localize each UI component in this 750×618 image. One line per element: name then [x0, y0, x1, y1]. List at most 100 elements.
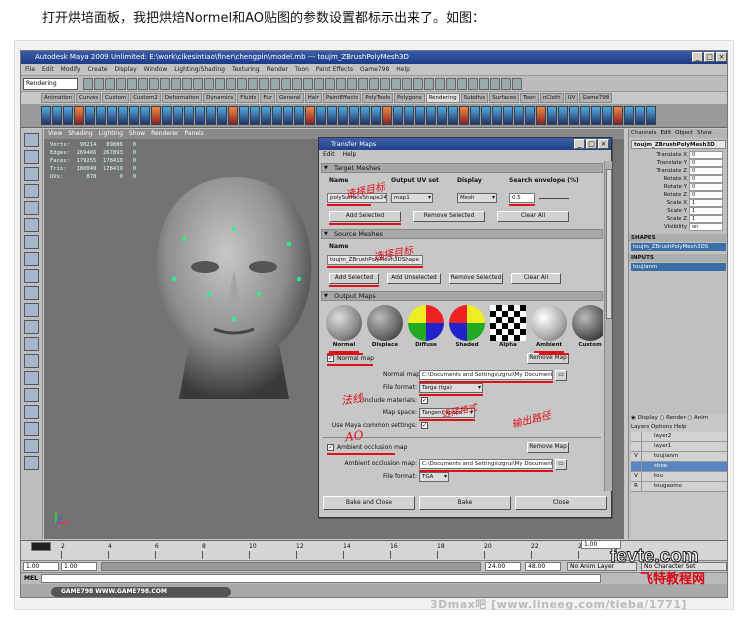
use-maya-common-checkbox[interactable]: ✓ — [421, 422, 428, 429]
shelf-tool-icon[interactable] — [547, 106, 557, 125]
status-line-icon[interactable] — [149, 78, 159, 90]
menu-item-create[interactable]: Create — [88, 66, 108, 73]
map-type-shaded[interactable]: Shaded — [446, 305, 488, 353]
layer-visibility[interactable]: V — [631, 472, 641, 481]
channel-box-tab-channels[interactable]: Channels — [631, 130, 656, 136]
bake-and-close-button[interactable]: Bake and Close — [323, 496, 415, 510]
target-meshes-header[interactable]: Target Meshes — [321, 163, 603, 173]
shelf-tab-toon[interactable]: Toon — [520, 93, 539, 103]
shelf-tab-custom2[interactable]: Custom2 — [130, 93, 161, 103]
shelf-tool-icon[interactable] — [129, 106, 139, 125]
shelf-tool-icon[interactable] — [514, 106, 524, 125]
status-line-icon[interactable] — [512, 78, 522, 90]
shelf-tool-icon[interactable] — [470, 106, 480, 125]
shelf-tool-icon[interactable] — [74, 106, 84, 125]
map-type-diffuse[interactable]: Diffuse — [405, 305, 447, 353]
menu-item-edit[interactable]: Edit — [42, 66, 54, 73]
tool-icon[interactable] — [24, 286, 39, 300]
shelf-tool-icon[interactable] — [173, 106, 183, 125]
shelf-tool-icon[interactable] — [107, 106, 117, 125]
target-add-selected-button[interactable]: Add Selected — [329, 211, 401, 222]
search-envelope-field[interactable]: 0.5 — [509, 193, 535, 203]
shelf-tool-icon[interactable] — [250, 106, 260, 125]
status-line-icon[interactable] — [402, 78, 412, 90]
shelf-tool-icon[interactable] — [305, 106, 315, 125]
status-line-icon[interactable] — [347, 78, 357, 90]
tool-icon[interactable] — [24, 337, 39, 351]
status-line-icon[interactable] — [380, 78, 390, 90]
status-line-icon[interactable] — [336, 78, 346, 90]
ao-map-checkbox[interactable]: ✓ — [327, 444, 334, 451]
tool-icon[interactable] — [24, 456, 39, 470]
ao-file-format-dropdown[interactable]: TGA — [419, 472, 449, 482]
shelf-tool-icon[interactable] — [536, 106, 546, 125]
status-line-icon[interactable] — [479, 78, 489, 90]
target-uv-set-dropdown[interactable]: map1 — [391, 193, 433, 203]
tool-icon[interactable] — [24, 235, 39, 249]
shelf-tool-icon[interactable] — [635, 106, 645, 125]
shelf-tool-icon[interactable] — [613, 106, 623, 125]
output-maps-header[interactable]: Output Maps — [321, 291, 603, 301]
shelf-tool-icon[interactable] — [316, 106, 326, 125]
menu-item-display[interactable]: Display — [115, 66, 137, 73]
shelf-tab-custom[interactable]: Custom — [102, 93, 130, 103]
map-type-alpha[interactable]: Alpha — [487, 305, 529, 353]
attribute-value[interactable]: 0 — [689, 183, 723, 191]
layer-visibility[interactable] — [631, 462, 641, 471]
status-line-icon[interactable] — [105, 78, 115, 90]
shelf-tool-icon[interactable] — [52, 106, 62, 125]
attribute-value[interactable]: 0 — [689, 151, 723, 159]
menu-item-toon[interactable]: Toon — [295, 66, 309, 73]
source-add-selected-button[interactable]: Add Selected — [329, 273, 379, 284]
channel-box-tab-object[interactable]: Object — [675, 130, 693, 136]
menu-item-modify[interactable]: Modify — [61, 66, 81, 73]
normal-browse-folder-icon[interactable]: ▭ — [555, 370, 567, 381]
shelf-tab-fluids[interactable]: Fluids — [237, 93, 260, 103]
menu-item-game798[interactable]: Game798 — [360, 66, 389, 73]
shelf-tool-icon[interactable] — [503, 106, 513, 125]
status-line-icon[interactable] — [303, 78, 313, 90]
shelf-tool-icon[interactable] — [184, 106, 194, 125]
dialog-close-icon[interactable]: × — [598, 139, 609, 149]
layer-color[interactable] — [641, 472, 651, 481]
status-line-icon[interactable] — [127, 78, 137, 90]
layer-row[interactable]: Vtoujianm — [631, 452, 727, 462]
tool-icon[interactable] — [24, 269, 39, 283]
tool-icon[interactable] — [24, 218, 39, 232]
envelope-slider[interactable] — [539, 198, 569, 199]
dialog-scrollbar[interactable] — [604, 161, 612, 491]
tool-icon[interactable] — [24, 371, 39, 385]
normal-file-format-dropdown[interactable]: Targa (tga) — [419, 383, 483, 393]
shelf-tool-icon[interactable] — [426, 106, 436, 125]
tool-icon[interactable] — [24, 422, 39, 436]
status-line-icon[interactable] — [259, 78, 269, 90]
tool-icon[interactable] — [24, 320, 39, 334]
shelf-tab-uv[interactable]: UV — [564, 93, 579, 103]
input-node[interactable]: toujianm — [631, 263, 726, 271]
layer-row[interactable]: shoe — [631, 462, 727, 472]
status-line-icon[interactable] — [424, 78, 434, 90]
layer-visibility[interactable]: V — [631, 452, 641, 461]
range-inner-start-field[interactable]: 1.00 — [61, 562, 97, 571]
shelf-tool-icon[interactable] — [41, 106, 51, 125]
map-type-displace[interactable]: Displace — [364, 305, 406, 353]
layer-mode-render[interactable]: ○ Render — [660, 415, 688, 421]
shelf-tool-icon[interactable] — [195, 106, 205, 125]
shelf-tab-fur[interactable]: Fur — [260, 93, 275, 103]
shelf-tool-icon[interactable] — [404, 106, 414, 125]
status-line-icon[interactable] — [501, 78, 511, 90]
status-line-icon[interactable] — [116, 78, 126, 90]
attribute-value[interactable]: 1 — [689, 199, 723, 207]
status-line-icon[interactable] — [490, 78, 500, 90]
shelf-tool-icon[interactable] — [239, 106, 249, 125]
shelf-tool-icon[interactable] — [459, 106, 469, 125]
attribute-value[interactable]: 0 — [689, 167, 723, 175]
menu-item-help[interactable]: Help — [396, 66, 410, 73]
shelf-tool-icon[interactable] — [63, 106, 73, 125]
shelf-tab-general[interactable]: General — [275, 93, 304, 103]
shelf-tool-icon[interactable] — [140, 106, 150, 125]
tool-icon[interactable] — [24, 388, 39, 402]
shelf-tab-ncloth[interactable]: nCloth — [539, 93, 564, 103]
status-line-icon[interactable] — [94, 78, 104, 90]
shelf-tool-icon[interactable] — [349, 106, 359, 125]
